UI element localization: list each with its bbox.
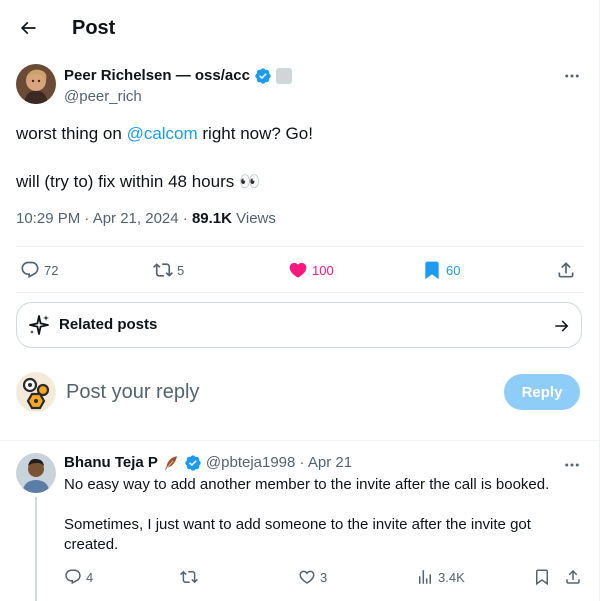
views-count: 89.1K <box>191 210 232 227</box>
reply-author-name[interactable]: Bhanu Teja P <box>64 453 158 473</box>
repost-icon <box>180 570 198 584</box>
post-text-before: worst thing on <box>16 124 127 143</box>
related-posts-label: Related posts <box>59 316 158 333</box>
related-posts-button[interactable]: Related posts <box>16 302 582 348</box>
sparkle-icon <box>29 315 49 335</box>
post-text-after: right now? Go! <box>197 124 313 143</box>
post-actions: 72 5 100 60 <box>16 248 584 292</box>
reply-more-button[interactable] <box>560 453 584 477</box>
author-avatar[interactable] <box>16 64 56 104</box>
reply-count: 72 <box>44 262 59 278</box>
thread-line <box>35 497 37 601</box>
reply-handle-date[interactable]: @pbteja1998 · Apr 21 <box>206 453 352 473</box>
arrow-right-icon <box>555 320 569 332</box>
bookmark-count: 60 <box>446 262 461 278</box>
post-text-line-1: worst thing on @calcom right now? Go! <box>16 122 584 146</box>
reply-reply-action[interactable]: 4 <box>64 567 93 587</box>
portrait-avatar-image <box>16 64 56 104</box>
verified-badge-icon <box>185 455 201 471</box>
composer-avatar[interactable] <box>16 372 56 412</box>
mention-link[interactable]: @calcom <box>127 124 198 143</box>
share-action[interactable] <box>556 258 576 282</box>
share-icon <box>566 569 580 584</box>
repost-icon <box>153 263 173 277</box>
divider <box>16 246 584 247</box>
reply-input[interactable]: Post your reply <box>66 380 199 404</box>
post-author: Peer Richelsen — oss/acc @peer_rich <box>16 64 584 108</box>
post-timestamp[interactable]: 10:29 PM · Apr 21, 2024 · <box>16 210 192 227</box>
author-name-row: Peer Richelsen — oss/acc <box>64 66 292 86</box>
post-meta: 10:29 PM · Apr 21, 2024 · 89.1K Views <box>16 209 276 229</box>
gears-avatar-icon <box>22 377 50 410</box>
reply-reply-count: 4 <box>86 569 94 585</box>
reply-header: Bhanu Teja P @pbteja1998 · Apr 21 <box>64 453 352 473</box>
reply-bubble-icon <box>65 569 81 585</box>
repost-count: 5 <box>177 262 185 278</box>
post-text-line-2: will (try to) fix within 48 hours 👀 <box>16 172 261 191</box>
heart-filled-icon <box>289 262 307 278</box>
bookmark-filled-icon <box>425 261 439 280</box>
reply-post[interactable]: Bhanu Teja P @pbteja1998 · Apr 21 No eas… <box>0 441 600 601</box>
reply-share-action[interactable] <box>564 567 582 587</box>
reply-repost-action[interactable] <box>180 567 202 587</box>
like-count: 100 <box>312 262 334 278</box>
post-page: Post Peer Richelsen — oss/acc @peer_rich… <box>0 0 600 601</box>
person-avatar-image <box>16 453 56 493</box>
page-title: Post <box>72 17 116 39</box>
heart-outline-icon <box>299 570 315 584</box>
reply-bubble-icon <box>21 261 39 279</box>
reply-like-count: 3 <box>320 569 328 585</box>
reply-author-avatar[interactable] <box>16 453 56 493</box>
divider <box>16 292 584 293</box>
reply-composer: Post your reply Reply <box>16 368 584 416</box>
bookmark-action[interactable]: 60 <box>422 258 460 282</box>
reply-text-para-1: No easy way to add another member to the… <box>64 476 550 493</box>
reply-bookmark-action[interactable] <box>533 567 551 587</box>
views-label: Views <box>231 210 276 227</box>
page-header: Post <box>0 0 600 56</box>
repost-action[interactable]: 5 <box>153 258 184 282</box>
reply-like-action[interactable]: 3 <box>298 567 327 587</box>
like-action[interactable]: 100 <box>288 258 334 282</box>
reply-text-para-2: Sometimes, I just want to add someone to… <box>64 516 531 553</box>
share-icon <box>558 262 574 278</box>
reply-views-count: 3.4K <box>438 569 465 585</box>
analytics-bars-icon <box>419 570 431 584</box>
verified-badge-icon <box>255 68 271 84</box>
reply-views-action[interactable]: 3.4K <box>416 567 465 587</box>
arrow-left-icon <box>20 21 36 35</box>
author-handle[interactable]: @peer_rich <box>64 87 142 107</box>
affiliation-badge-icon[interactable] <box>275 68 292 84</box>
author-name[interactable]: Peer Richelsen — oss/acc <box>64 66 250 86</box>
post-more-button[interactable] <box>560 64 584 88</box>
more-horizontal-icon <box>565 463 579 467</box>
reply-action[interactable]: 72 <box>20 258 58 282</box>
more-horizontal-icon <box>565 74 579 78</box>
reply-submit-button[interactable]: Reply <box>504 374 580 410</box>
back-button[interactable] <box>12 12 44 44</box>
feather-emoji-icon <box>164 456 177 470</box>
bookmark-outline-icon <box>536 569 548 586</box>
